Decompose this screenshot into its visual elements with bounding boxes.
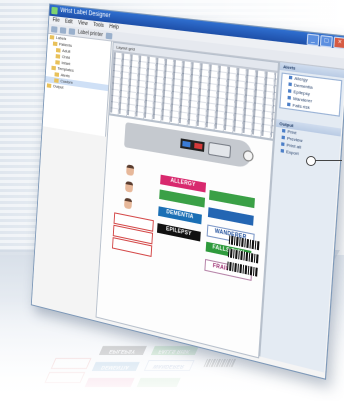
new-icon[interactable] (51, 25, 58, 33)
barcode (227, 248, 260, 264)
print-icon[interactable] (105, 31, 113, 39)
alert-label-blue[interactable] (207, 207, 254, 226)
folder-icon (51, 65, 56, 71)
wristband-photo-block (180, 138, 205, 152)
dementia-label[interactable]: DEMENTIA (158, 206, 202, 225)
save-icon[interactable] (68, 27, 76, 35)
patient-photo (126, 164, 135, 177)
wristband-hole (242, 149, 254, 163)
alert-label-green[interactable] (209, 189, 255, 209)
folder-icon (49, 34, 55, 40)
app-icon (51, 6, 58, 15)
patient-photo (123, 197, 133, 210)
folder-icon (55, 47, 61, 53)
folder-icon (54, 78, 59, 83)
folder-icon (55, 60, 60, 65)
folder-icon (52, 41, 58, 47)
wristband-clasp (207, 141, 232, 159)
folder-icon (46, 83, 52, 88)
label-preview: ALLERGY DEMENTIA EPILEPSY WANDERER FALLS… (95, 114, 274, 359)
app-window: Wrist Label Designer _ □ × File Edit Vie… (30, 3, 344, 380)
alert-label-green[interactable] (159, 189, 206, 208)
callout-line (312, 160, 342, 161)
alerts-list: Allergy Dementia Epilepsy Wanderer Falls… (279, 72, 343, 117)
toolbar-label: Label printer (77, 28, 104, 38)
patient-photo (125, 180, 134, 193)
folder-icon (54, 72, 60, 77)
folder-icon (55, 54, 61, 59)
epilepsy-label[interactable]: EPILEPSY (156, 223, 201, 242)
perspective-stage: Wrist Label Designer _ □ × File Edit Vie… (0, 0, 344, 401)
callout-marker (306, 156, 316, 166)
open-icon[interactable] (59, 26, 67, 34)
label-tree: Labels Patients Adult Child Infant Templ… (42, 33, 112, 137)
